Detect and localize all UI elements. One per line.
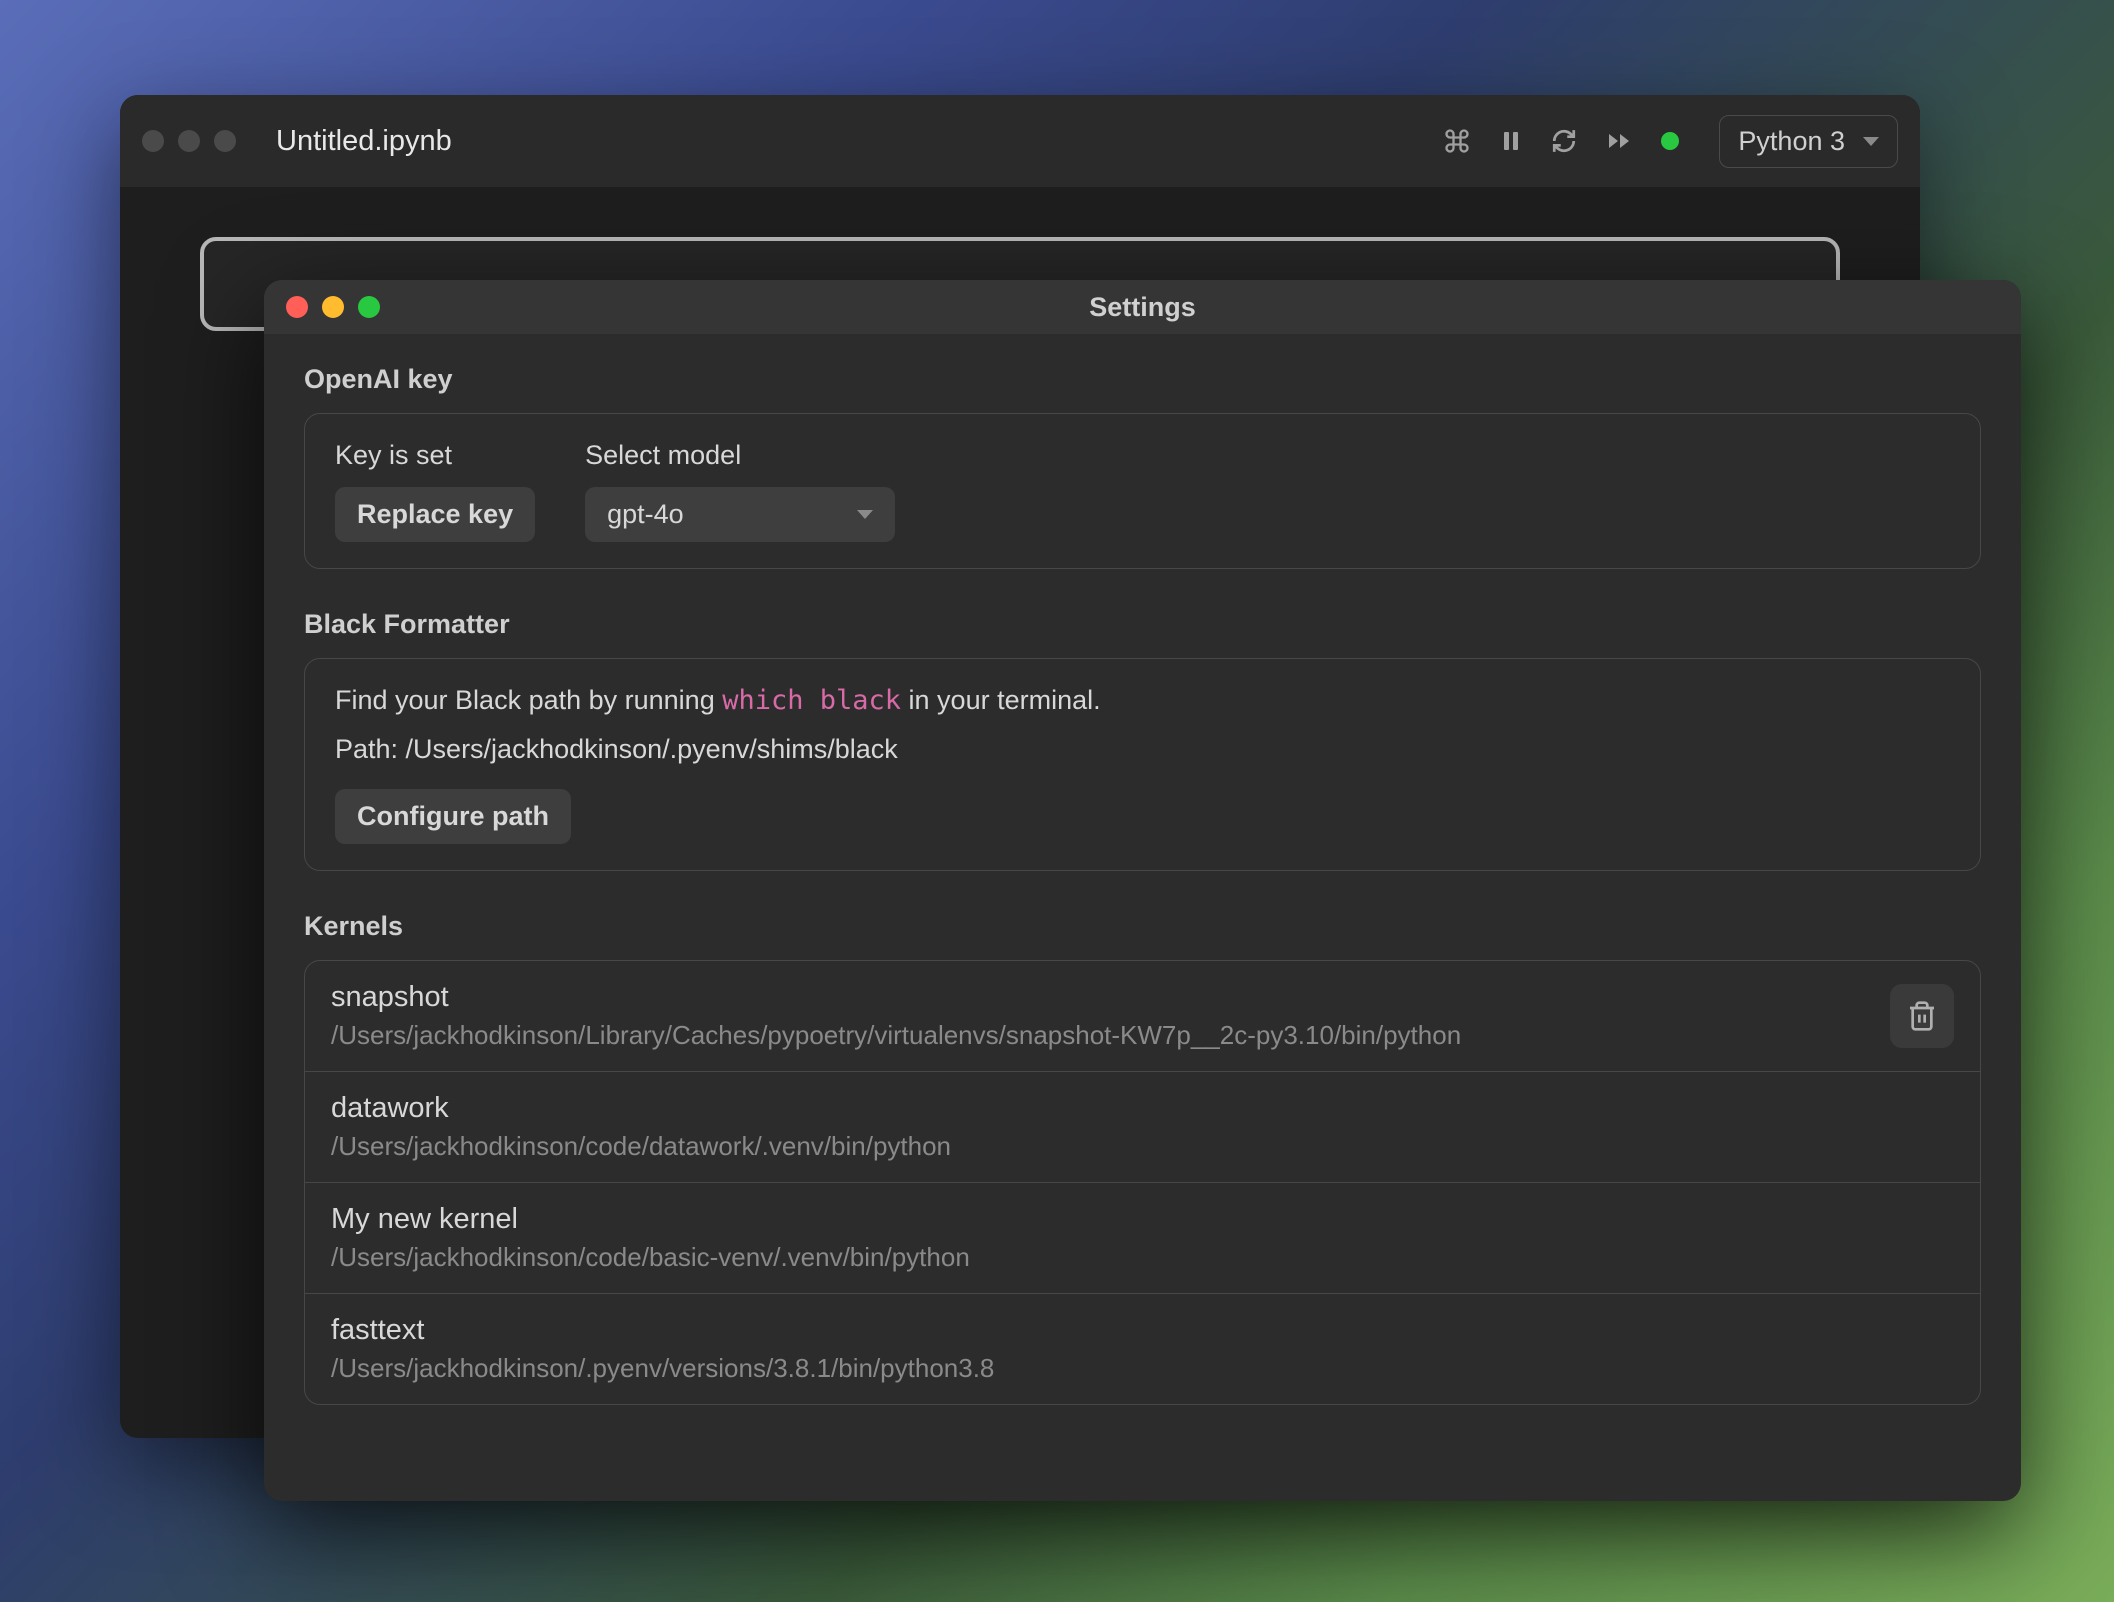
kernel-path: /Users/jackhodkinson/code/basic-venv/.ve… [331, 1242, 1954, 1273]
openai-model-group: Select model gpt-4o [585, 440, 895, 542]
black-path-value: /Users/jackhodkinson/.pyenv/shims/black [406, 734, 898, 764]
settings-title: Settings [1089, 292, 1196, 323]
settings-window: Settings OpenAI key Key is set Replace k… [264, 280, 2021, 1501]
kernels-list: snapshot /Users/jackhodkinson/Library/Ca… [304, 960, 1981, 1405]
zoom-button[interactable] [358, 296, 380, 318]
black-instruction: Find your Black path by running which bl… [335, 685, 1950, 716]
kernel-path: /Users/jackhodkinson/.pyenv/versions/3.8… [331, 1353, 1954, 1384]
model-select[interactable]: gpt-4o [585, 487, 895, 542]
minimize-button[interactable] [322, 296, 344, 318]
configure-path-button[interactable]: Configure path [335, 789, 571, 844]
pause-icon[interactable] [1499, 129, 1523, 153]
close-button[interactable] [286, 296, 308, 318]
black-path-label: Path: [335, 734, 406, 764]
kernel-info: fasttext /Users/jackhodkinson/.pyenv/ver… [331, 1314, 1954, 1384]
kernel-path: /Users/jackhodkinson/code/datawork/.venv… [331, 1131, 1954, 1162]
traffic-lights-inactive [142, 130, 236, 152]
kernel-item[interactable]: fasttext /Users/jackhodkinson/.pyenv/ver… [305, 1294, 1980, 1404]
chevron-down-icon [857, 510, 873, 519]
kernel-name: fasttext [331, 1314, 1954, 1347]
kernel-status-dot [1661, 132, 1679, 150]
openai-key-label: Key is set [335, 440, 535, 471]
kernel-info: datawork /Users/jackhodkinson/code/dataw… [331, 1092, 1954, 1162]
notebook-title: Untitled.ipynb [276, 125, 452, 158]
kernel-item[interactable]: My new kernel /Users/jackhodkinson/code/… [305, 1183, 1980, 1294]
minimize-dot-inactive[interactable] [178, 130, 200, 152]
kernel-item[interactable]: snapshot /Users/jackhodkinson/Library/Ca… [305, 961, 1980, 1072]
settings-titlebar: Settings [264, 280, 2021, 334]
black-path-display: Path: /Users/jackhodkinson/.pyenv/shims/… [335, 734, 1950, 765]
close-dot-inactive[interactable] [142, 130, 164, 152]
black-section-label: Black Formatter [304, 609, 1981, 640]
black-instruction-suffix: in your terminal. [901, 685, 1101, 715]
model-select-value: gpt-4o [607, 499, 684, 530]
notebook-toolbar: Python 3 [1443, 115, 1898, 168]
replace-key-button[interactable]: Replace key [335, 487, 535, 542]
black-instruction-code: which black [722, 685, 901, 716]
kernel-dropdown[interactable]: Python 3 [1719, 115, 1898, 168]
kernel-name: snapshot [331, 981, 1890, 1014]
kernel-dropdown-label: Python 3 [1738, 126, 1845, 157]
chevron-down-icon [1863, 137, 1879, 146]
zoom-dot-inactive[interactable] [214, 130, 236, 152]
black-section: Find your Black path by running which bl… [304, 658, 1981, 871]
fast-forward-icon[interactable] [1605, 129, 1633, 153]
refresh-icon[interactable] [1551, 128, 1577, 154]
openai-key-group: Key is set Replace key [335, 440, 535, 542]
command-icon[interactable] [1443, 127, 1471, 155]
trash-icon [1906, 1000, 1938, 1032]
black-instruction-prefix: Find your Black path by running [335, 685, 722, 715]
kernel-name: My new kernel [331, 1203, 1954, 1236]
delete-kernel-button[interactable] [1890, 984, 1954, 1048]
kernel-name: datawork [331, 1092, 1954, 1125]
kernel-item[interactable]: datawork /Users/jackhodkinson/code/dataw… [305, 1072, 1980, 1183]
traffic-lights [286, 296, 380, 318]
notebook-titlebar: Untitled.ipynb Python 3 [120, 95, 1920, 187]
openai-model-label: Select model [585, 440, 895, 471]
kernel-info: snapshot /Users/jackhodkinson/Library/Ca… [331, 981, 1890, 1051]
kernel-info: My new kernel /Users/jackhodkinson/code/… [331, 1203, 1954, 1273]
openai-section: Key is set Replace key Select model gpt-… [304, 413, 1981, 569]
kernel-path: /Users/jackhodkinson/Library/Caches/pypo… [331, 1020, 1890, 1051]
openai-section-label: OpenAI key [304, 364, 1981, 395]
settings-body: OpenAI key Key is set Replace key Select… [264, 334, 2021, 1501]
kernels-section-label: Kernels [304, 911, 1981, 942]
